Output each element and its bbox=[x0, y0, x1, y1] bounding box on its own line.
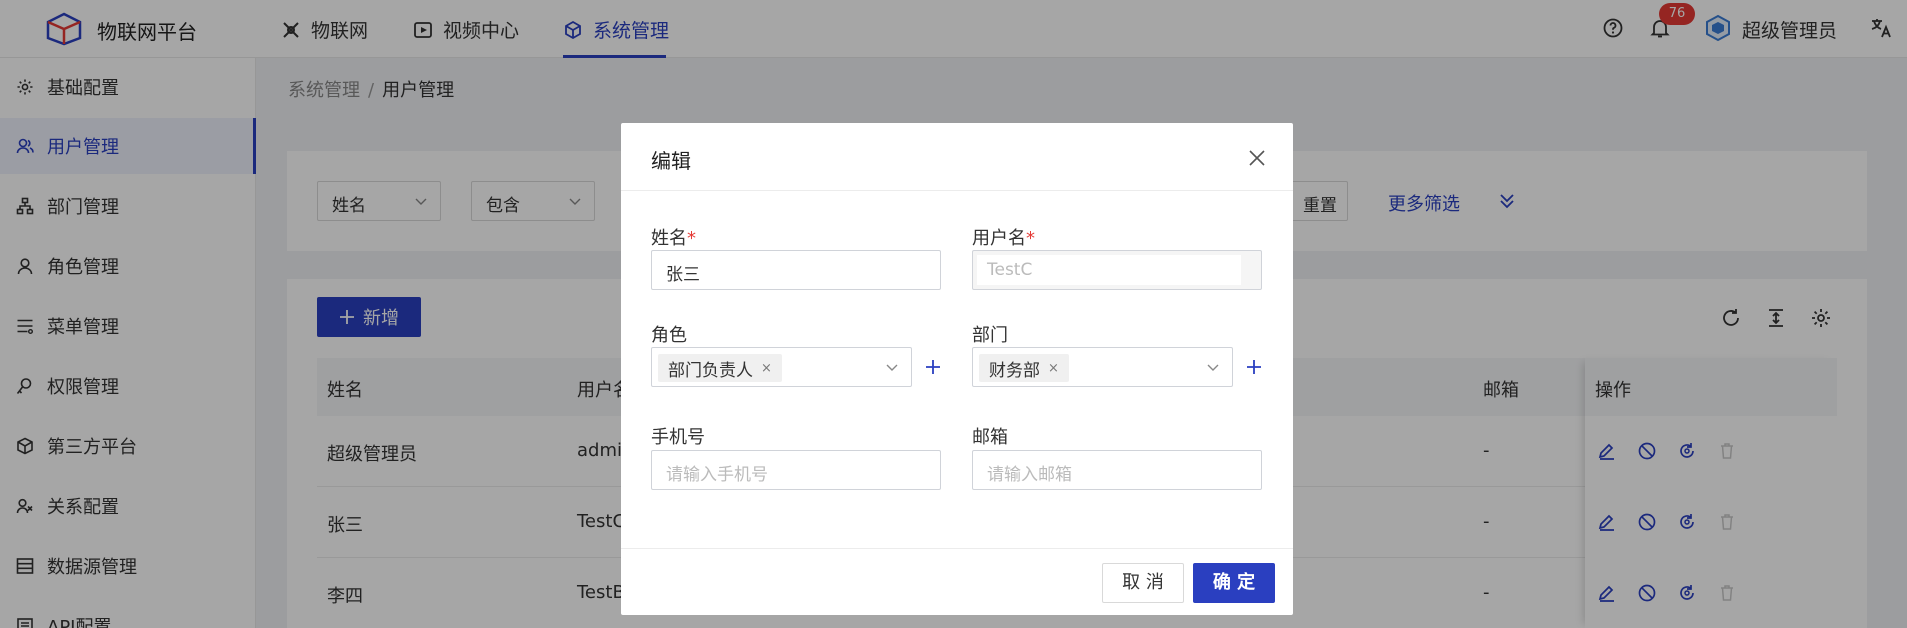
edit-user-modal: 编辑 姓名* 张三 用户名* TestC 角色 部门负责人 × 部门 财务部 × 手… bbox=[621, 123, 1293, 615]
required-mark: * bbox=[687, 228, 696, 249]
confirm-button[interactable]: 确 定 bbox=[1193, 563, 1275, 603]
role-tag: 部门负责人 × bbox=[658, 354, 782, 382]
add-dept-icon[interactable] bbox=[1245, 358, 1263, 376]
name-input[interactable]: 张三 bbox=[651, 250, 941, 290]
role-select[interactable]: 部门负责人 × bbox=[651, 347, 912, 387]
chevron-down-icon bbox=[886, 364, 898, 371]
phone-placeholder: 请输入手机号 bbox=[666, 465, 768, 485]
dept-select[interactable]: 财务部 × bbox=[972, 347, 1233, 387]
email-input[interactable]: 请输入邮箱 bbox=[972, 450, 1262, 490]
modal-footer: 取 消 确 定 bbox=[621, 548, 1293, 615]
name-label-text: 姓名 bbox=[651, 228, 687, 249]
username-label: 用户名* bbox=[972, 224, 1035, 250]
dept-tag-label: 财务部 bbox=[989, 360, 1040, 381]
chevron-down-icon bbox=[1207, 364, 1219, 371]
add-role-icon[interactable] bbox=[924, 358, 942, 376]
email-label: 邮箱 bbox=[972, 427, 1008, 448]
modal-title: 编辑 bbox=[651, 149, 691, 173]
close-icon[interactable] bbox=[1248, 149, 1266, 167]
cancel-button[interactable]: 取 消 bbox=[1102, 563, 1184, 603]
username-input: TestC bbox=[972, 250, 1262, 290]
name-input-value: 张三 bbox=[666, 265, 700, 285]
role-tag-label: 部门负责人 bbox=[668, 360, 753, 381]
role-label: 角色 bbox=[651, 325, 687, 346]
tag-close-icon[interactable]: × bbox=[1048, 361, 1059, 376]
dept-tag: 财务部 × bbox=[979, 354, 1069, 382]
required-mark: * bbox=[1026, 228, 1035, 249]
username-label-text: 用户名 bbox=[972, 228, 1026, 249]
dept-label: 部门 bbox=[972, 325, 1008, 346]
username-input-value: TestC bbox=[977, 255, 1241, 285]
modal-header: 编辑 bbox=[621, 123, 1293, 191]
phone-label: 手机号 bbox=[651, 427, 705, 448]
email-placeholder: 请输入邮箱 bbox=[987, 465, 1072, 485]
phone-input[interactable]: 请输入手机号 bbox=[651, 450, 941, 490]
tag-close-icon[interactable]: × bbox=[761, 361, 772, 376]
name-label: 姓名* bbox=[651, 224, 696, 250]
